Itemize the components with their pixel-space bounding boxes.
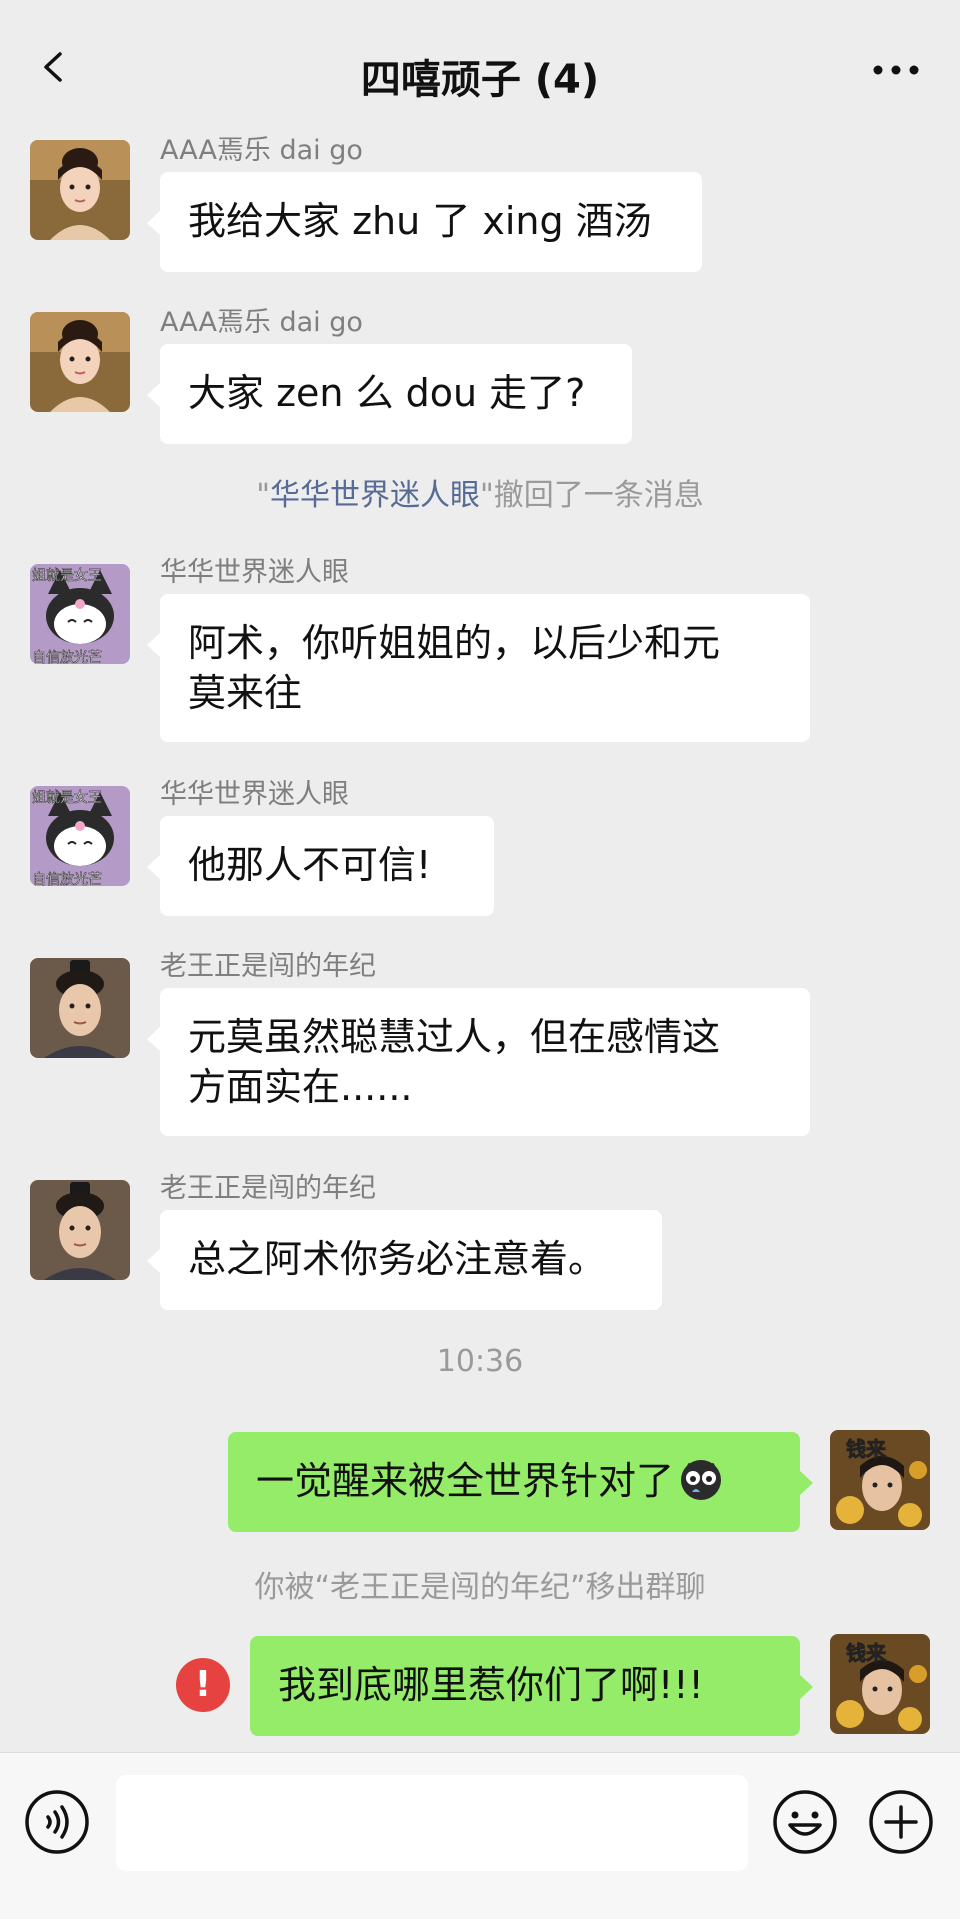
avatar-badge-text: 钱来: [846, 1437, 887, 1461]
plus-icon[interactable]: [868, 1789, 934, 1855]
my-message-bubble[interactable]: 我到底哪里惹你们了啊!!!: [250, 1636, 813, 1736]
emoji-icon[interactable]: [772, 1789, 838, 1855]
message-bubble[interactable]: 阿术，你听姐姐的，以后少和元 莫来往: [147, 594, 810, 742]
sender-name: 华华世界迷人眼: [160, 779, 349, 810]
removed-notice: 你被“老王正是闯的年纪”移出群聊: [254, 1570, 706, 1605]
sender-name: AAA焉乐 dai go: [160, 135, 363, 166]
message-bubble[interactable]: 大家 zen 么 dou 走了?: [147, 344, 632, 444]
avatar-badge-text: 钱来: [846, 1641, 887, 1665]
chat-title: 四嘻顽子 (4): [360, 57, 600, 103]
recall-quote: ": [256, 478, 270, 513]
more-options-icon[interactable]: [872, 62, 920, 78]
my-avatar[interactable]: 钱来: [830, 1430, 930, 1530]
voice-input-icon[interactable]: [24, 1789, 90, 1855]
girl-avatar[interactable]: [30, 140, 130, 240]
recall-suffix: "撤回了一条消息: [480, 478, 704, 513]
man-avatar[interactable]: [30, 958, 130, 1058]
message-bubble[interactable]: 总之阿术你务必注意着。: [147, 1210, 662, 1310]
kuromi-text-top: 姐就是女王: [32, 567, 102, 584]
message-line: 方面实在......: [188, 1065, 413, 1109]
timestamp: 10:36: [436, 1344, 524, 1379]
message-input[interactable]: [116, 1775, 748, 1871]
message-bubble[interactable]: 我给大家 zhu 了 xing 酒汤: [147, 172, 702, 272]
message-bubble[interactable]: 元莫虽然聪慧过人，但在感情这 方面实在......: [147, 988, 810, 1136]
kuromi-text-top: 姐就是女王: [32, 789, 102, 806]
message-text: 一觉醒来被全世界针对了: [256, 1459, 675, 1503]
sender-name: 老王正是闯的年纪: [160, 1173, 376, 1204]
message-line: 莫来往: [188, 671, 303, 715]
recall-notice: "华华世界迷人眼"撤回了一条消息: [0, 476, 960, 516]
chat-header: 四嘻顽子 (4): [0, 0, 960, 132]
man-avatar[interactable]: [30, 1180, 130, 1280]
recall-user-name[interactable]: 华华世界迷人眼: [270, 478, 480, 513]
kuromi-avatar[interactable]: 姐就是女王 自信放光芒: [30, 564, 130, 664]
kuromi-avatar[interactable]: 姐就是女王 自信放光芒: [30, 786, 130, 886]
kuromi-text-bottom: 自信放光芒: [32, 650, 102, 664]
kuromi-text-bottom: 自信放光芒: [32, 872, 102, 886]
sender-name: 华华世界迷人眼: [160, 557, 349, 588]
message-line: 元莫虽然聪慧过人，但在感情这: [188, 1015, 721, 1059]
message-list[interactable]: AAA焉乐 dai go 我给大家 zhu 了 xing 酒汤 AAA焉乐 da…: [0, 132, 960, 1752]
my-avatar[interactable]: 钱来: [830, 1634, 930, 1734]
crying-face-emoji-icon: [681, 1460, 722, 1500]
sender-name: 老王正是闯的年纪: [160, 951, 376, 982]
girl-avatar[interactable]: [30, 312, 130, 412]
sender-name: AAA焉乐 dai go: [160, 307, 363, 338]
my-message-bubble[interactable]: 一觉醒来被全世界针对了: [228, 1432, 813, 1532]
message-bubble[interactable]: 他那人不可信!: [147, 816, 494, 916]
message-line: 阿术，你听姐姐的，以后少和元: [188, 621, 721, 665]
send-failed-icon[interactable]: !: [176, 1658, 230, 1712]
input-bar: [0, 1752, 960, 1919]
